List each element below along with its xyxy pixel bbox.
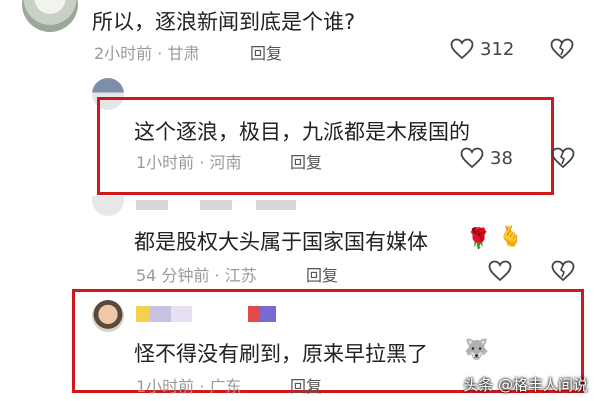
hand-heart-emoji: 🫰 — [498, 224, 523, 248]
comment-time-location: 1小时前 · 河南 — [136, 153, 242, 172]
avatar[interactable] — [92, 300, 124, 332]
like-count: 38 — [490, 148, 513, 169]
reply-button[interactable]: 回复 — [290, 373, 322, 397]
heart-outline-icon[interactable] — [450, 38, 474, 60]
username-redacted — [136, 306, 276, 322]
username-redacted — [136, 200, 296, 210]
broken-heart-icon[interactable] — [550, 38, 574, 60]
avatar[interactable] — [92, 196, 124, 216]
broken-heart-icon[interactable] — [551, 260, 575, 282]
reply-button[interactable]: 回复 — [290, 149, 322, 173]
comment-text: 怪不得没有刷到，原来早拉黑了 — [134, 342, 428, 366]
comment-time-location: 54 分钟前 · 江苏 — [136, 266, 257, 285]
comment-time-location: 2小时前 · 甘肃 — [94, 44, 200, 63]
heart-outline-icon[interactable] — [488, 260, 512, 282]
like-count: 312 — [480, 39, 515, 60]
reply-button[interactable]: 回复 — [306, 262, 338, 286]
highlight-box — [97, 97, 554, 195]
heart-outline-icon[interactable] — [460, 147, 484, 169]
comment-text: 这个逐浪，极目，九派都是木屐国的 — [134, 120, 470, 144]
comment-time-location: 1小时前 · 广东 — [136, 377, 242, 396]
reply-button[interactable]: 回复 — [250, 40, 282, 64]
comment-text: 都是股权大头属于国家国有媒体 — [134, 230, 428, 254]
avatar[interactable] — [22, 0, 78, 32]
rose-emoji: 🌹 — [466, 226, 491, 250]
watermark: 头条 @格丰人间说 — [463, 376, 588, 394]
dog-emoji: 🐺 — [464, 337, 489, 361]
broken-heart-icon[interactable] — [551, 147, 575, 169]
comment-text: 所以，逐浪新闻到底是个谁? — [92, 10, 356, 34]
